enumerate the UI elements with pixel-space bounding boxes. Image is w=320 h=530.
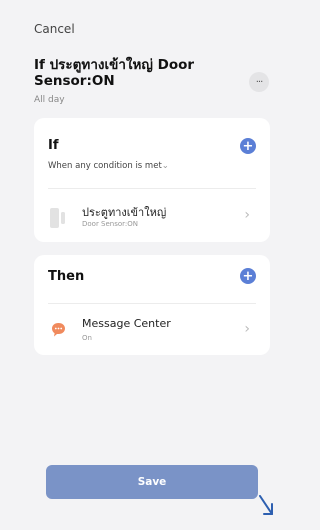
action-title: Message Center: [82, 317, 171, 330]
condition-mode-label: When any condition is met: [48, 161, 162, 171]
action-row[interactable]: Message Center On ›: [34, 307, 270, 351]
chevron-right-icon: ›: [244, 207, 250, 223]
chevron-right-icon: ›: [244, 321, 250, 337]
schedule-subtitle: All day: [34, 95, 65, 105]
caret-down-icon: ⌄: [161, 161, 169, 171]
add-condition-button[interactable]: +: [240, 138, 256, 154]
then-card: Then + Message Center On ›: [34, 255, 270, 355]
if-heading: If: [48, 138, 59, 153]
add-action-button[interactable]: +: [240, 268, 256, 284]
if-card: If + When any condition is met⌄ ประตูทาง…: [34, 118, 270, 242]
more-icon: ...: [255, 73, 263, 85]
plus-icon: +: [242, 268, 254, 284]
divider: [48, 303, 256, 304]
door-sensor-icon: [50, 208, 65, 228]
divider: [48, 188, 256, 189]
then-heading: Then: [48, 269, 85, 284]
action-subtitle: On: [82, 334, 92, 342]
condition-mode-selector[interactable]: When any condition is met⌄: [48, 161, 169, 171]
save-button[interactable]: Save: [46, 465, 258, 499]
condition-title: ประตูทางเข้าใหญ่: [82, 206, 167, 219]
condition-subtitle: Door Sensor:ON: [82, 220, 139, 228]
condition-row[interactable]: ประตูทางเข้าใหญ่ Door Sensor:ON ›: [34, 194, 270, 238]
message-icon: [52, 323, 65, 337]
cancel-button[interactable]: Cancel: [34, 22, 75, 36]
more-options-button[interactable]: ...: [249, 72, 269, 92]
arrow-icon: [259, 495, 273, 515]
plus-icon: +: [242, 138, 254, 154]
page-title: If ประตูทางเข้าใหญ่ Door Sensor:ON: [34, 57, 195, 89]
